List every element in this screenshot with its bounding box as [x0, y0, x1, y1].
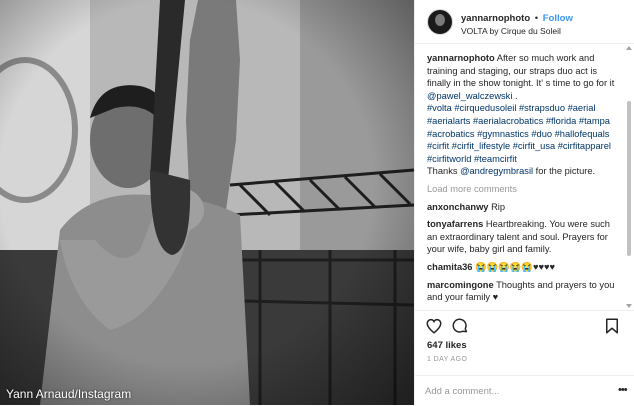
header-line: yannarnophoto • Follow: [461, 13, 573, 24]
comment-username[interactable]: chamita36: [427, 262, 472, 272]
load-more-comments-button[interactable]: Load more comments: [427, 183, 619, 196]
scroll-down-arrow-icon[interactable]: [626, 304, 632, 308]
post-photo[interactable]: Yann Arnaud/Instagram: [0, 0, 414, 405]
post-side-panel: yannarnophoto • Follow VOLTA by Cirque d…: [414, 0, 634, 405]
more-dots-icon[interactable]: •••: [618, 384, 628, 396]
bookmark-icon[interactable]: [603, 317, 621, 335]
comment-text: Rip: [491, 201, 506, 212]
caption-thanks-mention[interactable]: @andregymbrasil: [460, 166, 533, 176]
header-username[interactable]: yannarnophoto: [461, 13, 530, 24]
comment-text: 😭😭😭😭😭♥♥♥♥: [475, 261, 556, 272]
comment-item: chamita36 😭😭😭😭😭♥♥♥♥: [427, 261, 619, 274]
post-header: yannarnophoto • Follow VOLTA by Cirque d…: [415, 0, 634, 44]
comment-item: anxonchanwy Rip: [427, 201, 619, 214]
caption-thanks-suffix: for the picture.: [533, 166, 596, 177]
scrollbar-thumb[interactable]: [627, 101, 631, 256]
post-actions: 647 likes 1 DAY AGO •••: [415, 310, 634, 405]
comment-username[interactable]: marcomingone: [427, 280, 494, 290]
header-separator: •: [534, 13, 539, 24]
avatar[interactable]: [427, 9, 453, 35]
add-comment-bar: •••: [415, 375, 634, 406]
photo-credit: Yann Arnaud/Instagram: [6, 387, 132, 401]
photo-scene: [0, 0, 414, 405]
location-link[interactable]: VOLTA by Cirque du Soleil: [461, 26, 561, 36]
caption-hashtags[interactable]: #volta #cirquedusoleil #strapsduo #aeria…: [427, 103, 611, 163]
comments-section[interactable]: yannarnophoto After so much work and tra…: [415, 44, 625, 309]
comment-bubble-icon[interactable]: [451, 317, 469, 335]
comment-item: tonyafarrens Heartbreaking. You were suc…: [427, 218, 619, 256]
comment-username[interactable]: anxonchanwy: [427, 202, 488, 212]
add-comment-input[interactable]: [425, 382, 605, 400]
likes-count[interactable]: 647 likes: [427, 340, 467, 351]
scroll-up-arrow-icon[interactable]: [626, 46, 632, 50]
follow-button[interactable]: Follow: [543, 13, 573, 24]
comment-username[interactable]: tonyafarrens: [427, 219, 483, 229]
caption-text-end: .: [512, 90, 518, 101]
caption-mention[interactable]: @pawel_walczewski: [427, 91, 512, 101]
caption-username[interactable]: yannarnophoto: [427, 53, 495, 63]
post-caption: yannarnophoto After so much work and tra…: [427, 52, 619, 178]
comments-scrollbar[interactable]: [626, 46, 632, 308]
caption-thanks: Thanks: [427, 166, 461, 177]
comment-item: marcomingone Thoughts and prayers to you…: [427, 279, 619, 304]
heart-icon[interactable]: [425, 317, 443, 335]
post-timestamp[interactable]: 1 DAY AGO: [427, 356, 467, 363]
